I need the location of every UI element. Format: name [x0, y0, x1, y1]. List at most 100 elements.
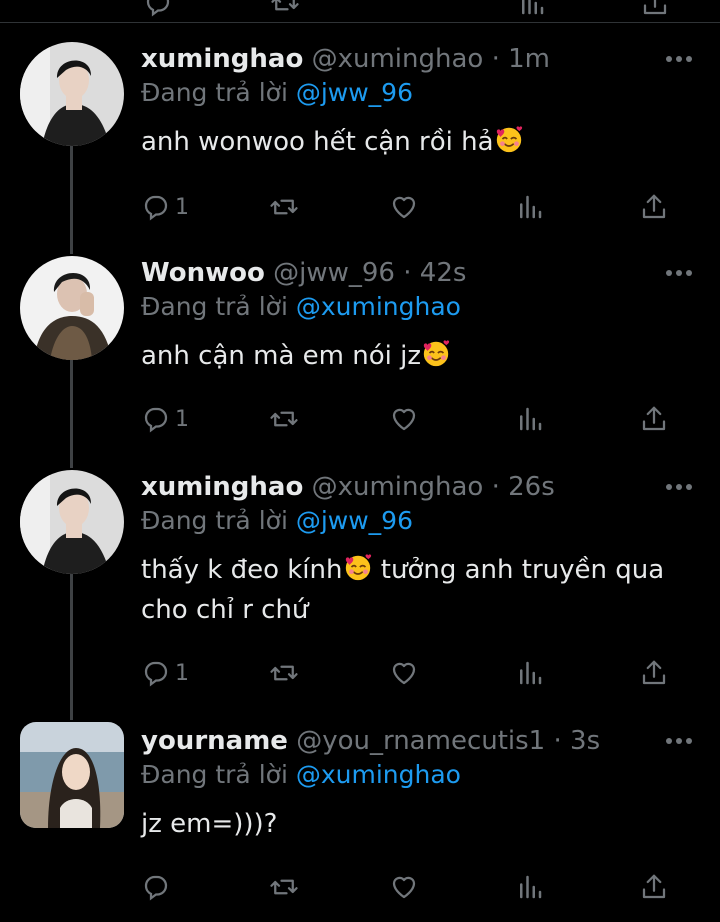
more-icon[interactable] [664, 54, 694, 64]
reply-button[interactable] [141, 870, 171, 904]
tweet-header: xuminghao @xuminghao · 1m [141, 42, 550, 76]
mention-link[interactable]: @jww_96 [296, 78, 413, 107]
reply-icon[interactable] [143, 0, 173, 18]
reply-button[interactable]: 1 [141, 656, 189, 690]
views-icon [520, 661, 542, 685]
retweet-button[interactable] [269, 870, 299, 904]
mention-link[interactable]: @xuminghao [296, 760, 461, 789]
tweet-thread: xuminghao @xuminghao · 1m Đang trả lời @… [0, 0, 720, 922]
replying-to-label: Đang trả lời [141, 292, 296, 321]
views-button[interactable] [515, 656, 545, 690]
replying-to: Đang trả lời @xuminghao [141, 290, 461, 324]
replying-to-label: Đang trả lời [141, 78, 296, 107]
retweet-icon[interactable] [270, 0, 300, 18]
username[interactable]: @jww_96 [273, 258, 395, 288]
avatar[interactable] [20, 722, 124, 828]
share-icon [642, 194, 666, 219]
tweet[interactable]: xuminghao @xuminghao · 1m Đang trả lời @… [0, 36, 720, 246]
timestamp[interactable]: 26s [508, 472, 555, 502]
like-button[interactable] [389, 402, 419, 436]
tweet[interactable]: yourname @you_rnamecutis1 · 3s Đang trả … [0, 718, 720, 922]
like-icon [392, 876, 416, 899]
mention-link[interactable]: @xuminghao [296, 292, 461, 321]
retweet-icon [270, 879, 298, 895]
reply-button[interactable]: 1 [141, 190, 189, 224]
username[interactable]: @xuminghao [312, 44, 484, 74]
like-icon [392, 196, 416, 219]
tweet-text-part: tưởng anh truyền qua [372, 555, 665, 585]
tweet-actions: 1 [141, 402, 681, 436]
like-button[interactable] [389, 656, 419, 690]
more-icon[interactable] [664, 736, 694, 746]
retweet-button[interactable] [269, 656, 299, 690]
reply-icon [144, 195, 168, 221]
replying-to-label: Đang trả lời [141, 506, 296, 535]
timestamp[interactable]: 1m [508, 44, 550, 74]
tweet[interactable]: Wonwoo @jww_96 · 42s Đang trả lời @xumin… [0, 250, 720, 460]
reply-count: 1 [175, 660, 189, 686]
timestamp[interactable]: 42s [420, 258, 467, 288]
share-icon [642, 660, 666, 685]
retweet-icon [270, 199, 298, 215]
tweet-text: anh cận mà em nói jz [141, 336, 701, 376]
separator-dot: · [491, 472, 500, 502]
smiling-face-with-hearts-icon [496, 126, 522, 153]
replying-to: Đang trả lời @jww_96 [141, 504, 413, 538]
tweet-text-part: jz em=)))? [141, 809, 278, 839]
reply-icon [144, 661, 168, 687]
mention-link[interactable]: @jww_96 [296, 506, 413, 535]
tweet-header: yourname @you_rnamecutis1 · 3s [141, 724, 600, 758]
smiling-face-with-hearts-icon [423, 340, 450, 367]
display-name[interactable]: xuminghao [141, 472, 303, 502]
timestamp[interactable]: 3s [570, 726, 600, 756]
share-icon[interactable] [640, 0, 670, 18]
username[interactable]: @xuminghao [312, 472, 484, 502]
display-name[interactable]: xuminghao [141, 44, 303, 74]
share-icon [642, 406, 666, 431]
share-button[interactable] [639, 870, 669, 904]
reply-icon [144, 407, 168, 433]
separator-dot: · [491, 44, 500, 74]
tweet-header: Wonwoo @jww_96 · 42s [141, 256, 466, 290]
previous-tweet-actions [0, 0, 720, 22]
tweet-text-part: thấy k đeo kính [141, 555, 343, 585]
share-button[interactable] [639, 656, 669, 690]
tweet-actions: 1 [141, 656, 681, 690]
more-icon[interactable] [664, 482, 694, 492]
views-button[interactable] [515, 402, 545, 436]
avatar[interactable] [20, 470, 124, 574]
retweet-icon [270, 411, 298, 427]
share-button[interactable] [639, 402, 669, 436]
like-button[interactable] [389, 190, 419, 224]
tweet-text: jz em=)))? [141, 804, 701, 844]
views-icon[interactable] [517, 0, 547, 18]
reply-count: 1 [175, 406, 189, 432]
replying-to: Đang trả lời @xuminghao [141, 758, 461, 792]
smiling-face-with-hearts-icon [345, 554, 371, 581]
reply-count: 1 [175, 194, 189, 220]
views-icon [520, 407, 542, 431]
tweet-text-part: cho chỉ r chứ [141, 595, 309, 625]
separator-dot: · [553, 726, 562, 756]
more-icon[interactable] [664, 268, 694, 278]
views-button[interactable] [515, 870, 545, 904]
display-name[interactable]: Wonwoo [141, 258, 265, 288]
avatar[interactable] [20, 42, 124, 146]
like-button[interactable] [389, 870, 419, 904]
views-button[interactable] [515, 190, 545, 224]
retweet-button[interactable] [269, 402, 299, 436]
separator-dot: · [403, 258, 412, 288]
display-name[interactable]: yourname [141, 726, 288, 756]
like-icon [392, 662, 416, 685]
avatar[interactable] [20, 256, 124, 360]
views-icon [520, 195, 542, 219]
replying-to: Đang trả lời @jww_96 [141, 76, 413, 110]
reply-button[interactable]: 1 [141, 402, 189, 436]
tweet-text: anh wonwoo hết cận rồi hả [141, 122, 701, 162]
tweet[interactable]: xuminghao @xuminghao · 26s Đang trả lời … [0, 464, 720, 714]
tweet-actions [141, 870, 681, 904]
retweet-button[interactable] [269, 190, 299, 224]
share-button[interactable] [639, 190, 669, 224]
reply-icon [144, 875, 168, 901]
username[interactable]: @you_rnamecutis1 [296, 726, 545, 756]
